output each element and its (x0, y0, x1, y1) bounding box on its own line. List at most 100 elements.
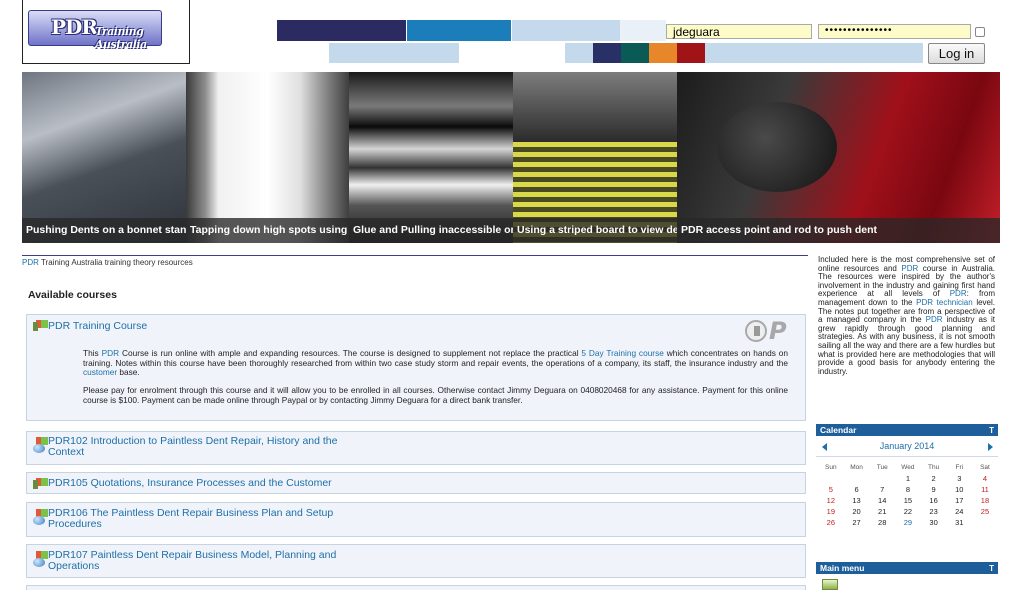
calendar-day: 21 (878, 507, 887, 516)
block-toggle-icon[interactable]: T (989, 563, 994, 575)
featured-course-box: PDR Training Course P This PDR Course is… (26, 314, 806, 421)
course-link[interactable]: PDR106 The Paintless Dent Repair Busines… (48, 508, 333, 530)
nav-color-bar-3[interactable] (512, 20, 620, 41)
calendar-weekday-row: Sun Mon Tue Wed Thu Fri Sat (818, 462, 998, 473)
course-icon (33, 508, 49, 525)
slide-caption: Glue and Pulling inaccessible or difficu… (349, 218, 513, 243)
logo-text-big: PDR (51, 15, 98, 39)
calendar-day: 14 (878, 496, 887, 505)
calendar-day-weekend: 19 (826, 507, 836, 516)
calendar-day-weekend: 4 (982, 474, 988, 483)
username-input[interactable]: jdeguara (666, 24, 812, 39)
course-icon (33, 477, 49, 491)
remember-me-checkbox[interactable] (975, 27, 985, 37)
slide-5[interactable]: PDR access point and rod to push dent (677, 72, 1000, 243)
slide-caption: Pushing Dents on a bonnet stand (22, 218, 186, 243)
available-courses-heading: Available courses (28, 289, 117, 301)
nav-color-bar-2[interactable] (407, 20, 511, 41)
weekday-label: Mon (850, 464, 863, 471)
self-enrol-icon[interactable] (745, 320, 767, 342)
block-toggle-icon[interactable]: T (989, 425, 994, 437)
course-icon (33, 550, 49, 567)
nav-color-bar-6[interactable] (565, 43, 593, 63)
menu-item-icon[interactable] (822, 579, 838, 590)
calendar-day: 16 (929, 496, 938, 505)
course-link[interactable]: PDR107 Paintless Dent Repair Business Mo… (48, 550, 336, 572)
slide-3[interactable]: Glue and Pulling inaccessible or difficu… (349, 72, 513, 243)
calendar-day (844, 473, 870, 484)
calendar-next-month-icon[interactable] (988, 443, 993, 451)
calendar-day-weekend: 18 (980, 496, 990, 505)
weekday-label: Sat (980, 464, 990, 471)
calendar-day: 28 (878, 518, 887, 527)
slide-1[interactable]: Pushing Dents on a bonnet stand (22, 72, 186, 243)
calendar-day: 10 (955, 485, 964, 494)
weekday-label: Tue (876, 464, 888, 471)
calendar-day: 30 (929, 518, 938, 527)
calendar-day: 31 (955, 518, 964, 527)
calendar-week-row: 19 20 21 22 23 24 25 (818, 506, 998, 517)
course-item-next[interactable] (26, 585, 806, 590)
course-link[interactable]: PDR102 Introduction to Paintless Dent Re… (48, 436, 338, 458)
calendar-day (972, 517, 998, 528)
weekday-label: Fri (955, 464, 964, 471)
pdr-link[interactable]: PDR (102, 348, 120, 358)
calendar-day: 2 (931, 474, 936, 483)
calendar-block-header: Calendar T (816, 424, 998, 436)
theme-swatch-navy[interactable] (593, 43, 621, 63)
calendar-day: 17 (955, 496, 964, 505)
paypal-icon[interactable]: P (769, 317, 787, 345)
calendar-week-row: 26 27 28 29 30 31 (818, 517, 998, 528)
calendar-day (869, 473, 895, 484)
course-item-pdr106[interactable]: PDR106 The Paintless Dent Repair Busines… (26, 502, 806, 537)
course-icon (33, 319, 49, 333)
nav-color-bar-4 (620, 20, 666, 41)
course-item-pdr102[interactable]: PDR102 Introduction to Paintless Dent Re… (26, 431, 806, 465)
slide-2[interactable]: Tapping down high spots using a knockdow… (186, 72, 349, 243)
course-icon (33, 436, 49, 453)
theme-swatch-red[interactable] (677, 43, 705, 63)
calendar-week-row: 5 6 7 8 9 10 11 (818, 484, 998, 495)
password-input[interactable]: ••••••••••••••• (818, 24, 971, 39)
nav-color-bar-7 (705, 43, 923, 63)
featured-course-payment-note: Please pay for enrolment through this co… (83, 385, 788, 405)
course-item-pdr105[interactable]: PDR105 Quotations, Insurance Processes a… (26, 472, 806, 494)
5-day-training-link[interactable]: 5 Day Training course (581, 348, 663, 358)
sidebar-intro: Included here is the most comprehensive … (818, 255, 995, 376)
slide-caption: Tapping down high spots using a knockdow… (186, 218, 349, 243)
course-item-pdr107[interactable]: PDR107 Paintless Dent Repair Business Mo… (26, 544, 806, 578)
breadcrumb-text: Training Australia training theory resou… (38, 258, 193, 267)
breadcrumb: PDR Training Australia training theory r… (22, 258, 193, 267)
calendar-day-weekend: 25 (980, 507, 990, 516)
weekday-label: Wed (901, 464, 915, 471)
customer-link[interactable]: customer (83, 367, 117, 377)
calendar-day-weekend: 12 (826, 496, 836, 505)
main-menu-block-header: Main menu T (816, 562, 998, 574)
calendar-day-today[interactable]: 29 (895, 517, 921, 528)
theme-swatch-teal[interactable] (621, 43, 649, 63)
calendar-week-row: 12 13 14 15 16 17 18 (818, 495, 998, 506)
nav-color-bar-5[interactable] (329, 43, 459, 63)
breadcrumb-divider (22, 255, 808, 256)
featured-course-link[interactable]: PDR Training Course (48, 321, 147, 332)
slide-4[interactable]: Using a striped board to view dents (513, 72, 677, 243)
calendar-day: 23 (929, 507, 938, 516)
calendar-day: 22 (903, 507, 913, 516)
calendar-day: 6 (854, 485, 859, 494)
slide-caption: PDR access point and rod to push dent (677, 218, 1000, 243)
calendar-day (818, 473, 844, 484)
theme-swatch-orange[interactable] (649, 43, 677, 63)
site-logo[interactable]: PDR Training Australia (28, 10, 162, 51)
calendar-grid: Sun Mon Tue Wed Thu Fri Sat 1 2 3 4 5 6 … (818, 462, 998, 528)
calendar-day: 3 (957, 474, 962, 483)
calendar-day: 13 (852, 496, 861, 505)
course-link[interactable]: PDR105 Quotations, Insurance Processes a… (48, 478, 332, 489)
calendar-day: 24 (955, 507, 964, 516)
calendar-day: 7 (880, 485, 885, 494)
nav-color-bar-1[interactable] (277, 20, 406, 41)
breadcrumb-link[interactable]: PDR (22, 258, 39, 267)
calendar-day: 9 (931, 485, 936, 494)
weekday-label: Thu (927, 464, 940, 471)
calendar-month-label[interactable]: January 2014 (816, 441, 998, 451)
login-button[interactable]: Log in (928, 43, 985, 64)
